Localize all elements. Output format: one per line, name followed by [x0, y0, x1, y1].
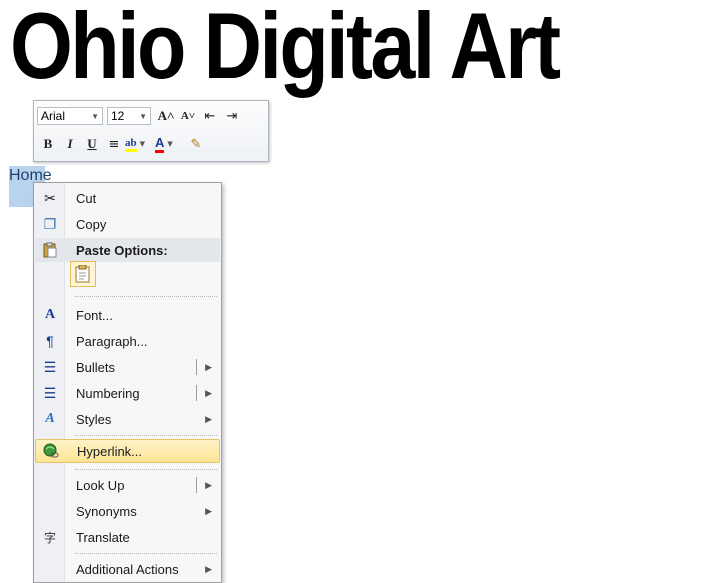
- format-painter-icon[interactable]: ✎: [185, 134, 207, 154]
- menu-item-bullets[interactable]: ☰ Bullets ▶: [35, 355, 220, 379]
- submenu-arrow-icon: ▶: [205, 563, 212, 574]
- menu-item-translate[interactable]: 字 Translate: [35, 525, 220, 549]
- underline-icon[interactable]: U: [81, 134, 103, 154]
- menu-item-styles[interactable]: A Styles ▶: [35, 407, 220, 431]
- bullets-icon: ☰: [43, 358, 57, 375]
- hyperlink-icon: [36, 439, 66, 463]
- submenu-arrow-icon[interactable]: ▶: [205, 480, 212, 491]
- submenu-arrow-icon: ▶: [205, 413, 212, 424]
- chevron-down-icon: ▼: [91, 111, 99, 121]
- split-divider: [196, 477, 197, 493]
- menu-item-label: Look Up: [76, 477, 125, 493]
- menu-item-numbering[interactable]: ☰ Numbering ▶: [35, 381, 220, 405]
- menu-item-synonyms[interactable]: Synonyms ▶: [35, 499, 220, 523]
- menu-item-label: Copy: [76, 216, 107, 232]
- chevron-down-icon: ▼: [167, 140, 173, 148]
- menu-item-label: Additional Actions: [76, 561, 179, 577]
- submenu-arrow-icon: ▶: [205, 505, 212, 516]
- paste-text-icon: [75, 265, 90, 283]
- menu-item-label: Translate: [76, 529, 130, 545]
- menu-item-hyperlink[interactable]: Hyperlink...: [35, 439, 220, 463]
- menu-item-label: Paragraph...: [76, 333, 148, 349]
- scissors-icon: ✂: [44, 189, 56, 206]
- menu-item-label: Synonyms: [76, 503, 137, 519]
- mini-formatting-toolbar: Arial ▼ 12 ▼ A˄ A˅ ⇤ ⇥ B I U ≡ ab ▼ A ▼ …: [33, 100, 269, 162]
- document-headline: Ohio Digital Art: [10, 0, 561, 98]
- menu-separator: [75, 435, 217, 436]
- bold-icon[interactable]: B: [37, 134, 59, 154]
- font-name-dropdown[interactable]: Arial ▼: [37, 107, 103, 125]
- increase-indent-icon[interactable]: ⇥: [221, 106, 243, 126]
- copy-icon: ❐: [43, 215, 57, 232]
- font-icon: A: [44, 307, 56, 322]
- numbering-icon: ☰: [43, 384, 57, 401]
- submenu-arrow-icon[interactable]: ▶: [205, 388, 212, 399]
- chevron-down-icon: ▼: [139, 140, 146, 148]
- menu-separator: [75, 296, 217, 297]
- menu-item-paragraph[interactable]: ¶ Paragraph...: [35, 329, 220, 353]
- split-divider: [196, 385, 197, 401]
- menu-separator: [75, 553, 217, 554]
- shrink-font-icon[interactable]: A˅: [177, 106, 199, 126]
- menu-item-label: Paste Options:: [76, 242, 168, 258]
- submenu-arrow-icon[interactable]: ▶: [205, 362, 212, 373]
- font-size-value: 12: [111, 109, 125, 123]
- menu-item-label: Hyperlink...: [77, 443, 143, 459]
- menu-item-label: Styles: [76, 411, 112, 427]
- font-size-dropdown[interactable]: 12 ▼: [107, 107, 151, 125]
- menu-item-additional-actions[interactable]: Additional Actions ▶: [35, 557, 220, 581]
- menu-item-copy[interactable]: ❐ Copy: [35, 212, 220, 236]
- menu-item-label: Cut: [76, 190, 97, 206]
- menu-separator: [75, 469, 217, 470]
- context-menu: ✂ Cut ❐ Copy Paste Options: A Font... ¶ …: [33, 182, 222, 583]
- font-color-button[interactable]: A ▼: [155, 134, 185, 154]
- highlight-color-button[interactable]: ab ▼: [125, 134, 155, 154]
- chevron-down-icon: ▼: [139, 111, 147, 121]
- menu-item-label: Bullets: [76, 359, 116, 375]
- highlight-color-icon: ab: [125, 137, 137, 152]
- font-name-value: Arial: [41, 109, 66, 123]
- decrease-indent-icon[interactable]: ⇤: [199, 106, 221, 126]
- menu-item-cut[interactable]: ✂ Cut: [35, 186, 220, 210]
- center-align-icon[interactable]: ≡: [103, 134, 125, 154]
- italic-icon[interactable]: I: [59, 134, 81, 154]
- translate-icon: 字: [43, 530, 56, 545]
- styles-icon: A: [45, 411, 55, 426]
- split-divider: [196, 359, 197, 375]
- paste-icon: [35, 238, 65, 262]
- menu-item-look-up[interactable]: Look Up ▶: [35, 473, 220, 497]
- font-color-icon: A: [155, 135, 165, 153]
- menu-item-label: Numbering: [76, 385, 140, 401]
- menu-item-label: Font...: [76, 307, 113, 323]
- grow-font-icon[interactable]: A˄: [155, 106, 177, 126]
- paste-keep-text-only-button[interactable]: [70, 261, 96, 287]
- paragraph-icon: ¶: [46, 333, 54, 349]
- paste-options-header: Paste Options:: [35, 238, 220, 262]
- menu-item-font[interactable]: A Font...: [35, 303, 220, 327]
